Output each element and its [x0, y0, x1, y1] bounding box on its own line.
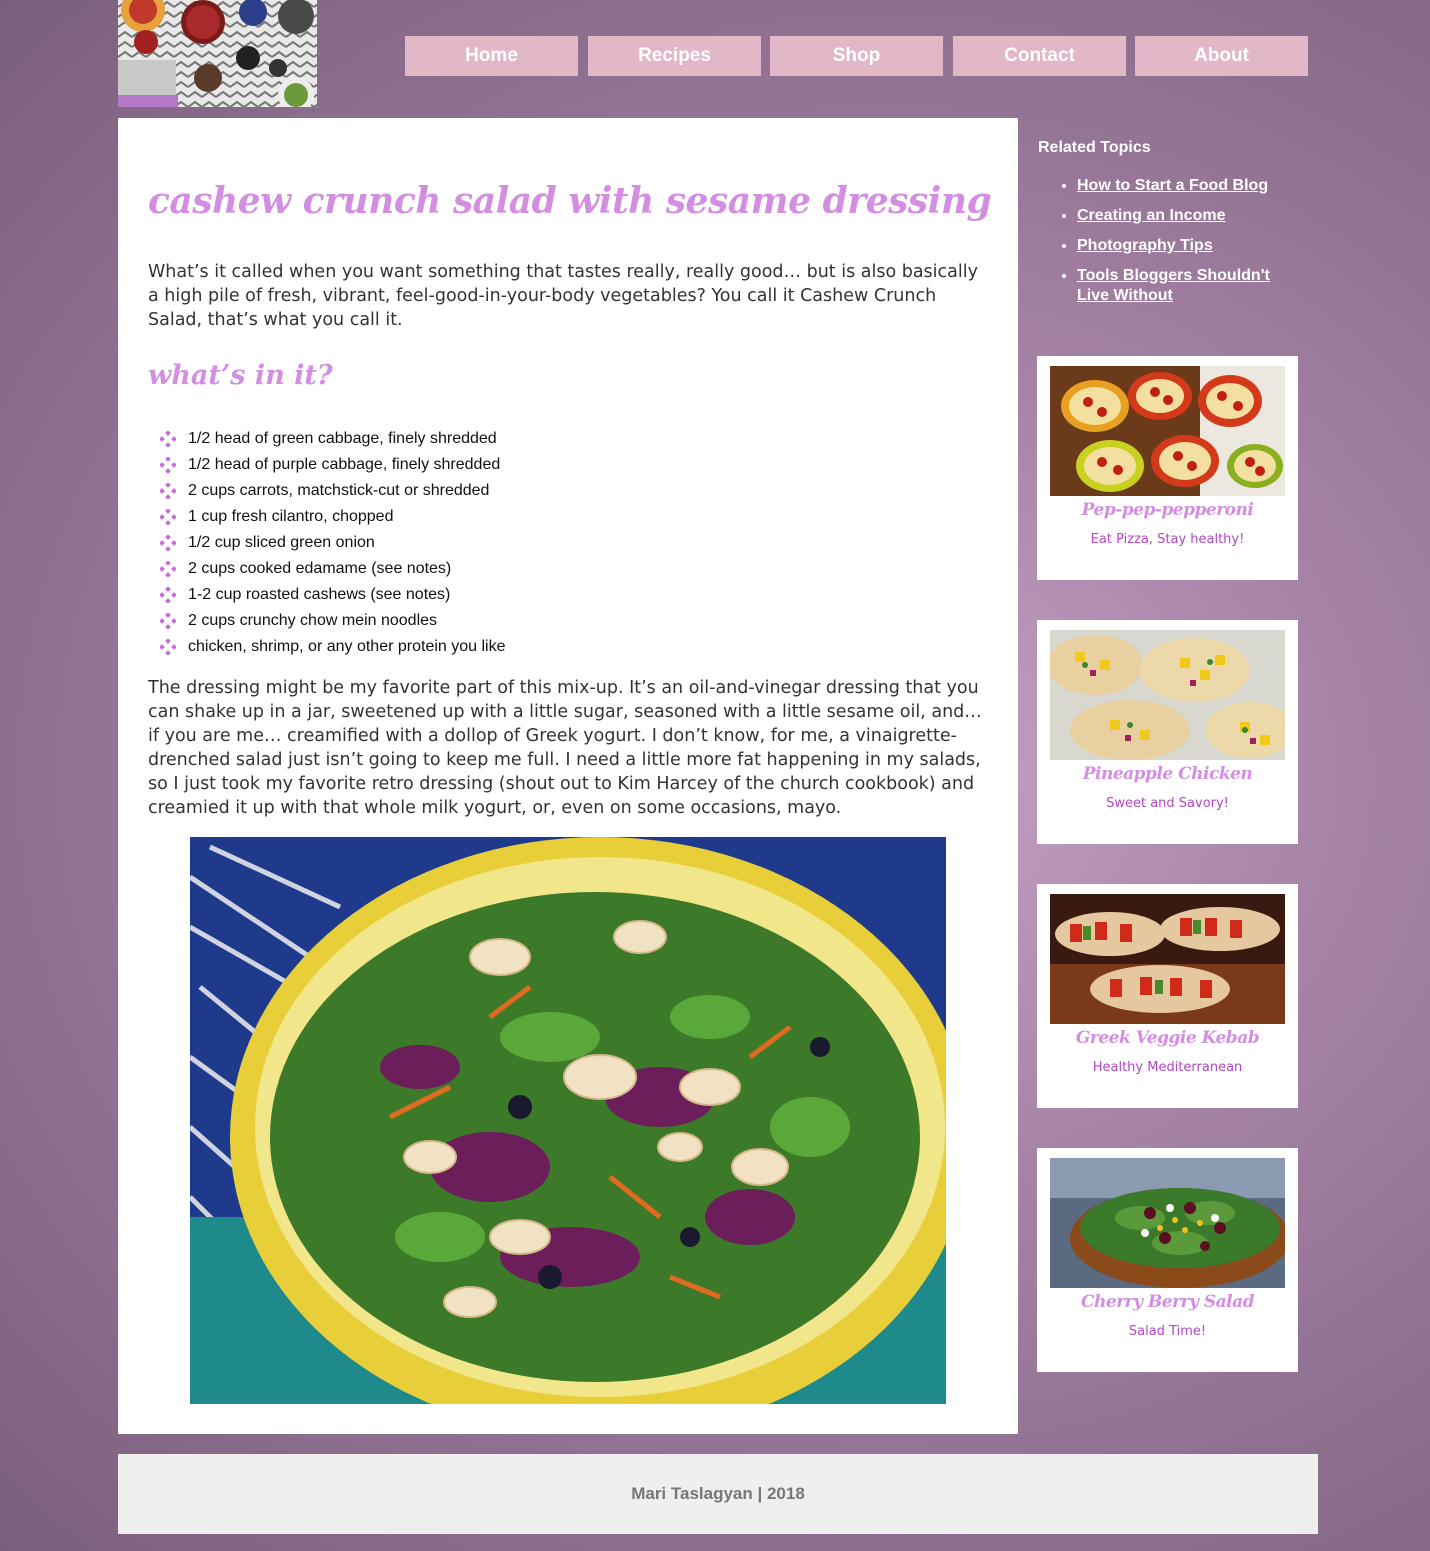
related-link-tools[interactable]: Tools Bloggers Shouldn't Live Without [1077, 267, 1270, 304]
recipe-card-pepperoni[interactable]: Pep-pep-pepperoni Eat Pizza, Stay health… [1037, 356, 1298, 580]
ingredients-heading: what’s in it? [148, 360, 333, 391]
diamond-bullet-icon [160, 535, 176, 551]
footer-copyright: Mari Taslagyan | 2018 [631, 1484, 805, 1503]
list-item: 1/2 head of green cabbage, finely shredd… [160, 426, 505, 452]
card-title[interactable]: Greek Veggie Kebab [1037, 1028, 1298, 1048]
ingredient-text: 2 cups crunchy chow mein noodles [188, 612, 438, 629]
nav-home-button[interactable]: Home [405, 36, 578, 76]
list-item: 1 cup fresh cilantro, chopped [160, 504, 505, 530]
list-item: chicken, shrimp, or any other protein yo… [160, 634, 505, 660]
list-item: 1-2 cup roasted cashews (see notes) [160, 582, 505, 608]
list-item: 1/2 head of purple cabbage, finely shred… [160, 452, 505, 478]
related-topics-heading: Related Topics [1038, 139, 1151, 156]
ingredient-text: 2 cups carrots, matchstick-cut or shredd… [188, 482, 490, 499]
card-subtitle: Salad Time! [1128, 1324, 1207, 1339]
pineapple-chicken-photo [1050, 630, 1285, 760]
page-footer: Mari Taslagyan | 2018 [118, 1454, 1318, 1534]
diamond-bullet-icon [160, 587, 176, 603]
cherry-salad-image [1050, 1158, 1285, 1288]
list-item: Tools Bloggers Shouldn't Live Without [1077, 266, 1297, 306]
related-topics-list: How to Start a Food Blog Creating an Inc… [1058, 176, 1297, 316]
card-title[interactable]: Pep-pep-pepperoni [1037, 500, 1298, 520]
salad-bowl-image [190, 837, 946, 1404]
nav-about-button[interactable]: About [1135, 36, 1308, 76]
diamond-bullet-icon [160, 561, 176, 577]
ingredient-text: 1/2 head of purple cabbage, finely shred… [188, 456, 501, 473]
logo-food-collage-image [118, 0, 317, 107]
list-item: 1/2 cup sliced green onion [160, 530, 505, 556]
card-subtitle: Sweet and Savory! [1106, 796, 1229, 811]
card-subtitle: Healthy Mediterranean [1092, 1060, 1243, 1075]
recipe-card-cherry-berry-salad[interactable]: Cherry Berry Salad Salad Time! [1037, 1148, 1298, 1372]
article-intro: What’s it called when you want something… [148, 262, 978, 330]
ingredient-text: 1/2 head of green cabbage, finely shredd… [188, 430, 497, 447]
greek-veggie-kebab-photo [1050, 894, 1285, 1024]
pineapple-chicken-image [1050, 630, 1285, 760]
diamond-bullet-icon [160, 509, 176, 525]
list-item: 2 cups carrots, matchstick-cut or shredd… [160, 478, 505, 504]
nav-contact-button[interactable]: Contact [953, 36, 1126, 76]
diamond-bullet-icon [160, 613, 176, 629]
diamond-bullet-icon [160, 483, 176, 499]
diamond-bullet-icon [160, 431, 176, 447]
list-item: How to Start a Food Blog [1077, 176, 1297, 196]
card-subtitle: Eat Pizza, Stay healthy! [1090, 532, 1245, 547]
list-item: Photography Tips [1077, 236, 1297, 256]
pepperoni-peppers-photo [1050, 366, 1285, 496]
ingredient-text: 1 cup fresh cilantro, chopped [188, 508, 394, 525]
ingredient-list: 1/2 head of green cabbage, finely shredd… [160, 426, 505, 660]
greek-kebab-image [1050, 894, 1285, 1024]
related-link-food-blog[interactable]: How to Start a Food Blog [1077, 177, 1268, 194]
ingredient-text: 1-2 cup roasted cashews (see notes) [188, 586, 451, 603]
list-item: Creating an Income [1077, 206, 1297, 226]
ingredient-text: 1/2 cup sliced green onion [188, 534, 375, 551]
cherry-berry-salad-photo [1050, 1158, 1285, 1288]
card-title[interactable]: Cherry Berry Salad [1037, 1292, 1298, 1312]
related-link-photography[interactable]: Photography Tips [1077, 237, 1213, 254]
ingredient-text: 2 cups cooked edamame (see notes) [188, 560, 452, 577]
recipe-card-pineapple-chicken[interactable]: Pineapple Chicken Sweet and Savory! [1037, 620, 1298, 844]
article-container: cashew crunch salad with sesame dressing… [118, 118, 1018, 1434]
diamond-bullet-icon [160, 639, 176, 655]
diamond-bullet-icon [160, 457, 176, 473]
card-title[interactable]: Pineapple Chicken [1037, 764, 1298, 784]
dressing-paragraph: The dressing might be my favorite part o… [148, 678, 982, 818]
recipe-card-greek-veggie-kebab[interactable]: Greek Veggie Kebab Healthy Mediterranean [1037, 884, 1298, 1108]
site-logo[interactable] [118, 0, 317, 107]
nav-recipes-button[interactable]: Recipes [588, 36, 761, 76]
salad-bowl-photo [190, 837, 946, 1404]
related-link-income[interactable]: Creating an Income [1077, 207, 1225, 224]
list-item: 2 cups cooked edamame (see notes) [160, 556, 505, 582]
pepperoni-image [1050, 366, 1285, 496]
ingredient-text: chicken, shrimp, or any other protein yo… [188, 638, 506, 655]
list-item: 2 cups crunchy chow mein noodles [160, 608, 505, 634]
nav-shop-button[interactable]: Shop [770, 36, 943, 76]
article-title: cashew crunch salad with sesame dressing [148, 180, 992, 222]
